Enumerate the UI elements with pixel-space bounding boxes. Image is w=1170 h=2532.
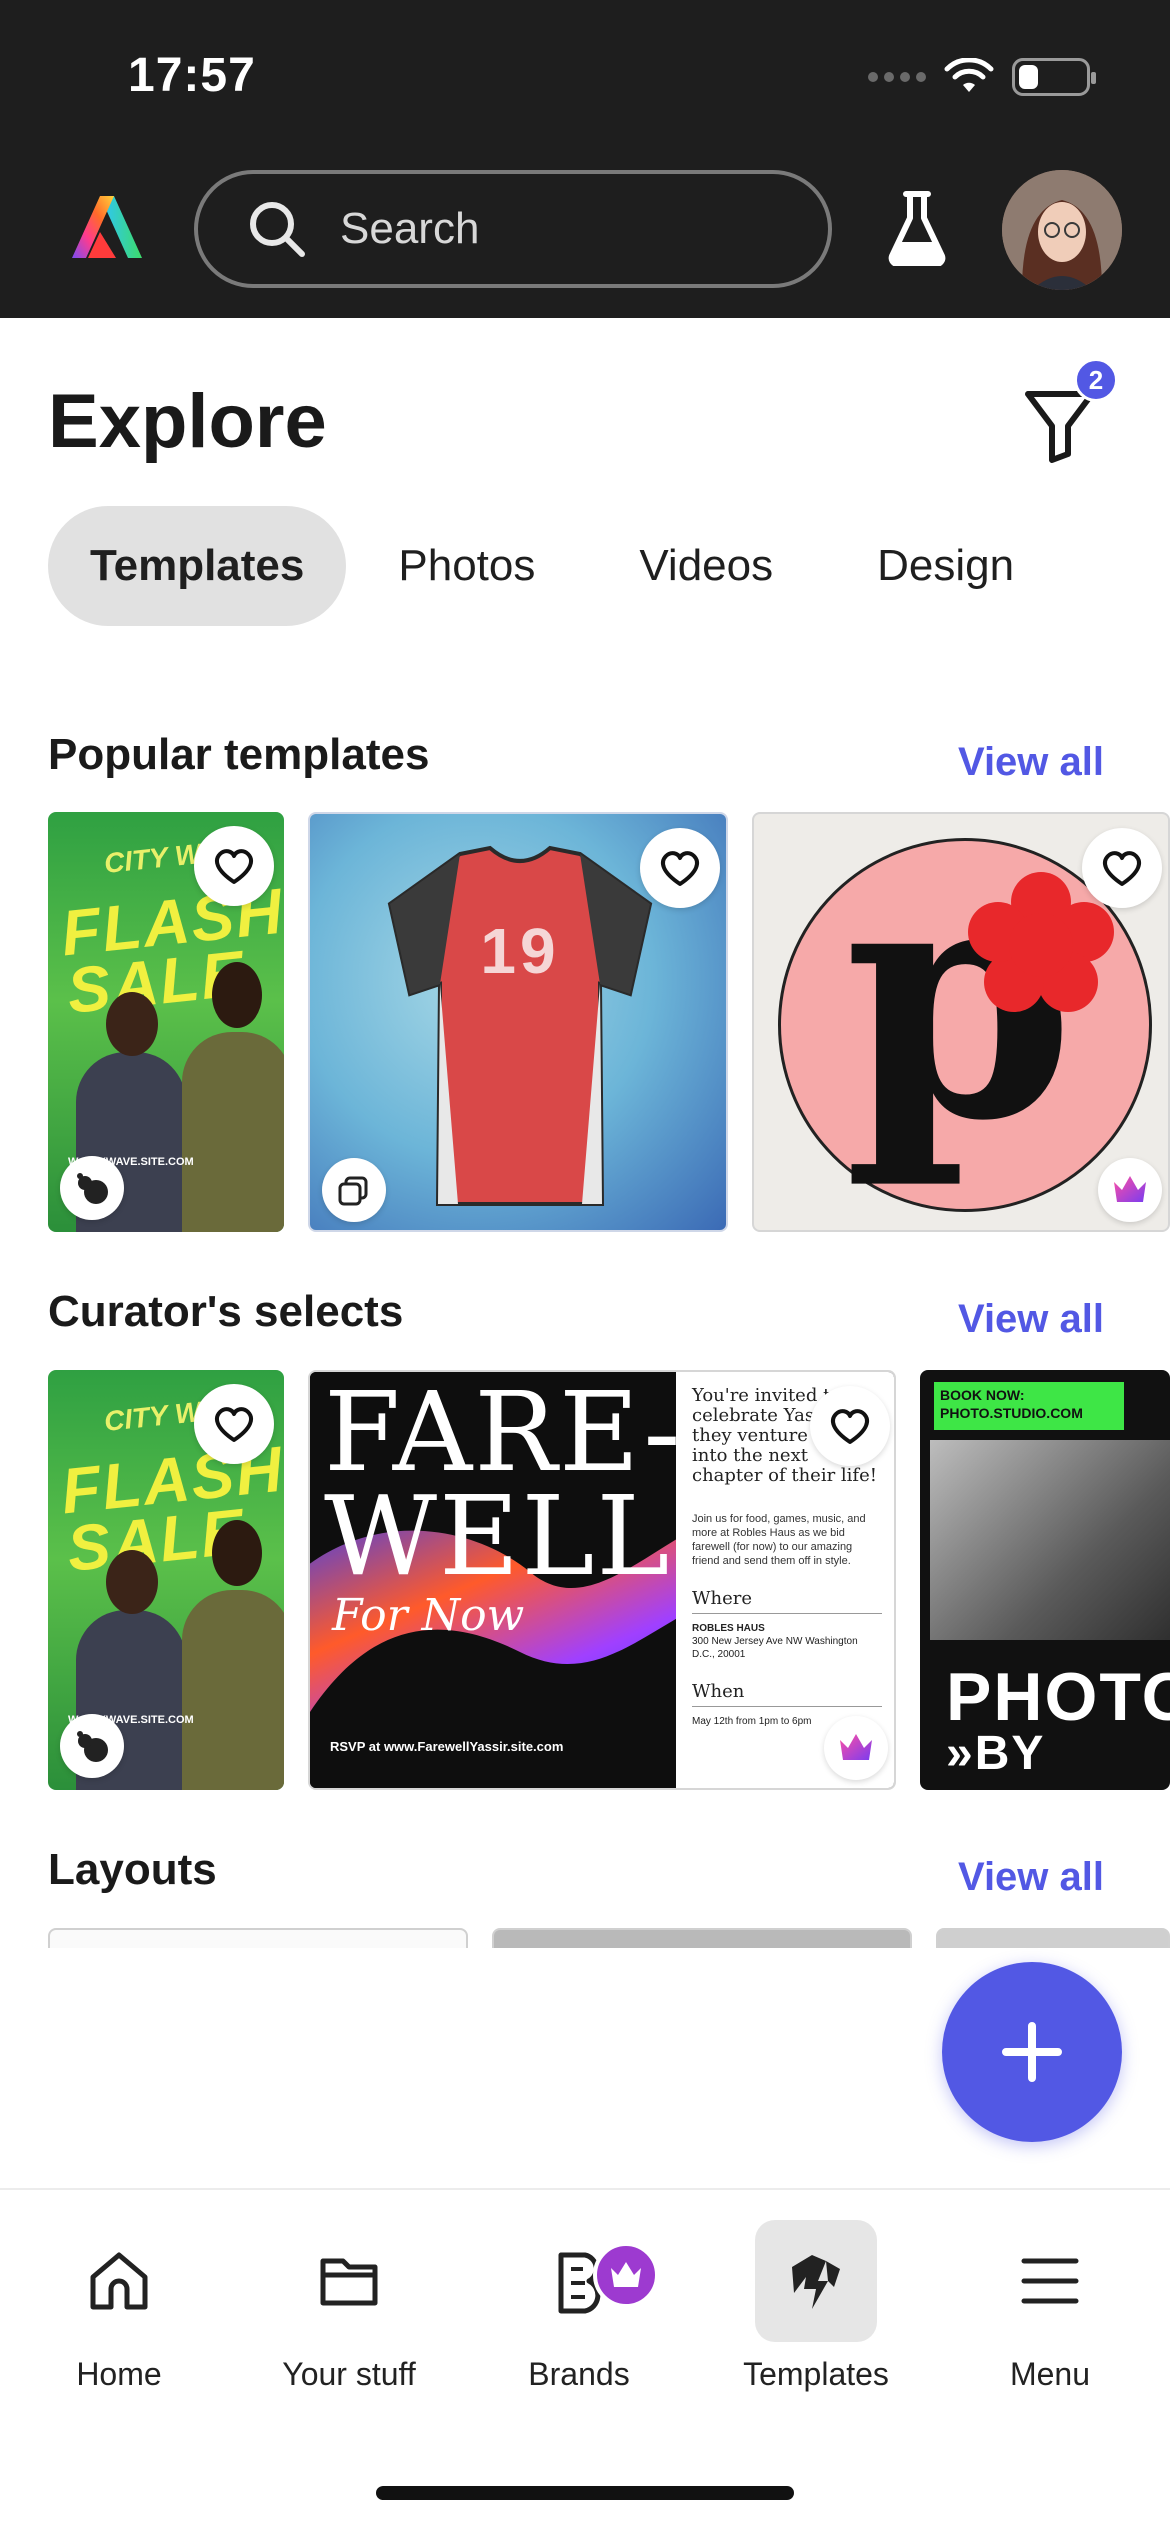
favorite-heart-icon[interactable]: [194, 1384, 274, 1464]
layout-card[interactable]: [492, 1928, 912, 1948]
status-indicators: [868, 58, 1096, 96]
favorite-heart-icon[interactable]: [194, 826, 274, 906]
nav-home[interactable]: Home: [9, 2220, 229, 2393]
nav-icon-wrap: [989, 2220, 1111, 2342]
nav-label: Home: [76, 2356, 162, 2392]
card-art-address: 300 New Jersey Ave NW Washington D.C., 2…: [692, 1636, 858, 1660]
favorite-heart-icon[interactable]: [810, 1386, 890, 1466]
plus-icon: [1002, 2022, 1062, 2082]
nav-label: Brands: [528, 2356, 630, 2392]
premium-crown-icon: [1098, 1158, 1162, 1222]
nav-icon-wrap: [58, 2220, 180, 2342]
popular-view-all-link[interactable]: View all: [958, 740, 1104, 785]
card-art-text: 19: [480, 915, 560, 987]
nav-templates[interactable]: Templates: [706, 2220, 926, 2393]
nav-icon-wrap: [755, 2220, 877, 2342]
tab-design[interactable]: Design: [825, 506, 1066, 626]
premium-crown-icon: [824, 1716, 888, 1780]
beaker-icon[interactable]: [888, 190, 946, 266]
layouts-title: Layouts: [48, 1845, 217, 1894]
multi-page-icon: [322, 1158, 386, 1222]
card-art-farewell-panel: FARE-WELL For Now RSVP at www.FarewellYa…: [310, 1372, 676, 1788]
card-art-script: For Now: [332, 1590, 525, 1641]
tab-videos[interactable]: Videos: [587, 506, 825, 626]
top-bar: 17:57 Search: [0, 0, 1170, 318]
template-card-farewell[interactable]: FARE-WELL For Now RSVP at www.FarewellYa…: [308, 1370, 896, 1790]
search-bar[interactable]: Search: [194, 170, 832, 288]
page-title: Explore: [48, 379, 327, 464]
create-new-button[interactable]: [942, 1962, 1122, 2142]
card-art-banner: BOOK NOW: PHOTO.STUDIO.COM: [934, 1382, 1124, 1430]
template-card-jersey[interactable]: 19: [308, 812, 728, 1232]
nav-label: Menu: [1009, 2356, 1091, 2392]
card-art-when: When: [692, 1681, 882, 1707]
card-art-photo: [930, 1440, 1170, 1640]
card-art-jersey: [387, 845, 653, 1206]
nav-your-stuff[interactable]: Your stuff: [239, 2220, 459, 2393]
search-placeholder: Search: [340, 204, 480, 253]
layouts-view-all-link[interactable]: View all: [958, 1855, 1104, 1900]
template-card-flash-sale[interactable]: CITY WA FLASH SALE W.CITYWAVE.SITE.COM: [48, 1370, 284, 1790]
card-art-where: Where: [692, 1588, 882, 1614]
template-card-p-logo[interactable]: p: [752, 812, 1170, 1232]
nav-brands[interactable]: Brands: [469, 2220, 689, 2393]
adobe-express-logo[interactable]: [70, 192, 144, 262]
nav-icon-wrap: [288, 2220, 410, 2342]
card-art-venue: ROBLES HAUS: [692, 1623, 765, 1634]
favorite-heart-icon[interactable]: [1082, 828, 1162, 908]
layout-card[interactable]: [48, 1928, 468, 1948]
folder-icon: [320, 2258, 378, 2306]
card-art-rsvp: RSVP at www.FarewellYassir.site.com: [330, 1739, 564, 1754]
nav-menu[interactable]: Menu: [940, 2220, 1160, 2393]
tab-templates[interactable]: Templates: [48, 506, 347, 626]
card-art-text: »BY GAB: [946, 1727, 1057, 1790]
explore-tabs: Templates Photos Videos Design: [48, 506, 1066, 626]
card-art-person: [182, 962, 284, 1232]
nav-label: Your stuff: [282, 2356, 416, 2392]
curators-selects-title: Curator's selects: [48, 1287, 404, 1336]
animated-template-icon: [60, 1156, 124, 1220]
tab-photos[interactable]: Photos: [346, 506, 587, 626]
template-card-flash-sale[interactable]: CITY WA FLASH SALE W.CITYWAVE.SITE.COM: [48, 812, 284, 1232]
avatar-portrait: [1002, 170, 1122, 290]
search-icon: [250, 202, 305, 257]
nav-label: Templates: [743, 2356, 889, 2392]
animated-template-icon: [60, 1714, 124, 1778]
status-time: 17:57: [128, 49, 256, 102]
card-art-address-block: ROBLES HAUS 300 New Jersey Ave NW Washing…: [692, 1622, 882, 1661]
cellular-signal-icon: [868, 72, 926, 82]
card-art-body: Join us for food, games, music, and more…: [692, 1513, 866, 1567]
battery-icon: [1012, 58, 1096, 96]
card-art-title: FARE-WELL: [324, 1372, 676, 1600]
template-card-photo-studio[interactable]: BOOK NOW: PHOTO.STUDIO.COM PHOTO »BY GAB: [920, 1370, 1170, 1790]
filter-count-badge: 2: [1074, 358, 1118, 402]
card-art-person: [182, 1520, 284, 1790]
templates-icon: [792, 2255, 840, 2309]
user-avatar[interactable]: [1002, 170, 1122, 290]
card-art-text: PHOTO: [946, 1659, 1170, 1735]
home-indicator[interactable]: [376, 2486, 794, 2500]
home-icon: [90, 2252, 148, 2310]
premium-crown-icon: [593, 2242, 659, 2308]
layout-card[interactable]: [936, 1928, 1170, 1948]
favorite-heart-icon[interactable]: [640, 828, 720, 908]
wifi-icon: [944, 58, 994, 92]
curators-view-all-link[interactable]: View all: [958, 1297, 1104, 1342]
bottom-nav: Home Your stuff Brands Templates Menu: [0, 2188, 1170, 2532]
popular-templates-title: Popular templates: [48, 730, 430, 779]
menu-icon: [1021, 2258, 1079, 2304]
